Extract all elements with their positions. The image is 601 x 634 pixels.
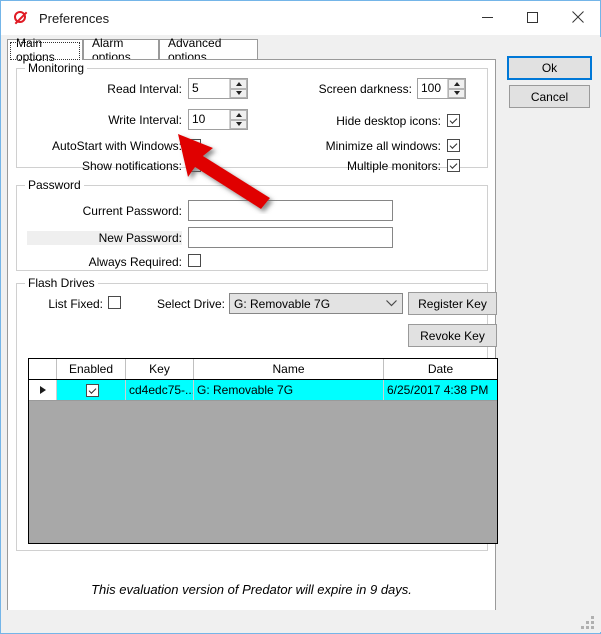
chevron-down-icon[interactable] xyxy=(380,300,402,307)
status-bar xyxy=(2,610,599,632)
write-interval-spin-buttons[interactable] xyxy=(229,110,247,129)
read-interval-spin-buttons[interactable] xyxy=(229,79,247,98)
autostart-label: AutoStart with Windows: xyxy=(51,139,182,153)
always-required-label: Always Required: xyxy=(88,255,182,269)
cancel-button[interactable]: Cancel xyxy=(509,85,590,108)
multiple-monitors-label: Multiple monitors: xyxy=(346,159,441,173)
hide-desktop-icons-label: Hide desktop icons: xyxy=(336,114,441,128)
preferences-window: Preferences Main options Alarm options A… xyxy=(0,0,601,634)
list-fixed-label: List Fixed: xyxy=(48,297,103,311)
minimize-all-windows-checkbox[interactable] xyxy=(447,139,460,152)
monitoring-group: Monitoring Read Interval: 5 Write Interv… xyxy=(16,61,488,173)
table-row[interactable]: cd4edc75-... G: Removable 7G 6/25/2017 4… xyxy=(29,380,497,401)
flash-drives-group: Flash Drives List Fixed: Select Drive: G… xyxy=(16,276,498,551)
list-fixed-checkbox[interactable] xyxy=(108,296,121,309)
row-enabled-cell[interactable] xyxy=(57,380,126,400)
maximize-icon[interactable] xyxy=(510,1,555,33)
hide-desktop-icons-checkbox[interactable] xyxy=(447,114,460,127)
row-name-cell: G: Removable 7G xyxy=(194,380,384,400)
table-header-date[interactable]: Date xyxy=(384,359,497,379)
always-required-checkbox[interactable] xyxy=(188,254,201,267)
register-key-button[interactable]: Register Key xyxy=(408,292,497,315)
select-drive-value: G: Removable 7G xyxy=(234,296,331,311)
password-group-label: Password xyxy=(25,178,84,192)
evaluation-notice: This evaluation version of Predator will… xyxy=(91,582,412,597)
row-enabled-checkbox[interactable] xyxy=(86,383,99,397)
select-drive-label: Select Drive: xyxy=(156,297,225,311)
screen-darkness-spin-buttons[interactable] xyxy=(447,79,465,98)
current-password-label: Current Password: xyxy=(82,204,182,218)
table-header-enabled[interactable]: Enabled xyxy=(57,359,126,379)
tab-page-main-options: Monitoring Read Interval: 5 Write Interv… xyxy=(7,59,498,611)
flash-drives-group-label: Flash Drives xyxy=(25,276,98,290)
read-interval-up-icon[interactable] xyxy=(230,79,247,89)
screen-darkness-down-icon[interactable] xyxy=(448,88,465,98)
new-password-label: New Password: xyxy=(27,231,182,245)
flash-drives-table[interactable]: Enabled Key Name Date cd4edc75-... G: Re… xyxy=(28,358,498,544)
resize-grip[interactable] xyxy=(581,616,595,629)
title-bar: Preferences xyxy=(1,1,600,35)
window-controls xyxy=(465,1,600,33)
side-panel: Ok Cancel xyxy=(498,37,601,632)
password-group: Password Current Password: New Password:… xyxy=(16,178,488,271)
tab-advanced-options[interactable]: Advanced options xyxy=(159,36,258,64)
tab-alarm-options[interactable]: Alarm options xyxy=(83,36,159,64)
screen-darkness-value: 100 xyxy=(421,81,442,95)
write-interval-up-icon[interactable] xyxy=(230,110,247,120)
write-interval-value: 10 xyxy=(192,112,206,126)
new-password-field[interactable] xyxy=(188,227,393,248)
write-interval-label: Write Interval: xyxy=(108,113,182,127)
revoke-key-button[interactable]: Revoke Key xyxy=(408,324,497,347)
show-notifications-label: Show notifications: xyxy=(81,159,182,173)
row-key-cell: cd4edc75-... xyxy=(126,380,194,400)
tab-strip: Main options Alarm options Advanced opti… xyxy=(7,36,496,64)
tab-focus-outline xyxy=(10,42,80,60)
read-interval-value: 5 xyxy=(192,81,199,95)
multiple-monitors-checkbox[interactable] xyxy=(447,159,460,172)
close-icon[interactable] xyxy=(555,1,600,33)
screen-darkness-label: Screen darkness: xyxy=(318,82,412,96)
table-header-name[interactable]: Name xyxy=(194,359,384,379)
tab-main-options[interactable]: Main options xyxy=(7,36,83,64)
row-selector-icon[interactable] xyxy=(29,380,57,400)
show-notifications-checkbox[interactable] xyxy=(188,159,201,172)
write-interval-stepper[interactable]: 10 xyxy=(188,109,248,130)
write-interval-down-icon[interactable] xyxy=(230,119,247,129)
select-drive-dropdown[interactable]: G: Removable 7G xyxy=(229,293,403,314)
read-interval-stepper[interactable]: 5 xyxy=(188,78,248,99)
window-title: Preferences xyxy=(39,10,110,26)
read-interval-label: Read Interval: xyxy=(107,82,182,96)
read-interval-down-icon[interactable] xyxy=(230,88,247,98)
minimize-icon[interactable] xyxy=(465,1,510,33)
screen-darkness-stepper[interactable]: 100 xyxy=(417,78,466,99)
table-header-key[interactable]: Key xyxy=(126,359,194,379)
current-password-field[interactable] xyxy=(188,200,393,221)
ok-button[interactable]: Ok xyxy=(507,56,592,80)
table-header-row: Enabled Key Name Date xyxy=(29,359,497,380)
prohibited-icon xyxy=(13,10,29,26)
row-date-cell: 6/25/2017 4:38 PM xyxy=(387,383,489,397)
screen-darkness-up-icon[interactable] xyxy=(448,79,465,89)
minimize-all-windows-label: Minimize all windows: xyxy=(325,139,441,153)
autostart-checkbox[interactable] xyxy=(188,139,201,152)
table-header-selector xyxy=(29,359,57,379)
